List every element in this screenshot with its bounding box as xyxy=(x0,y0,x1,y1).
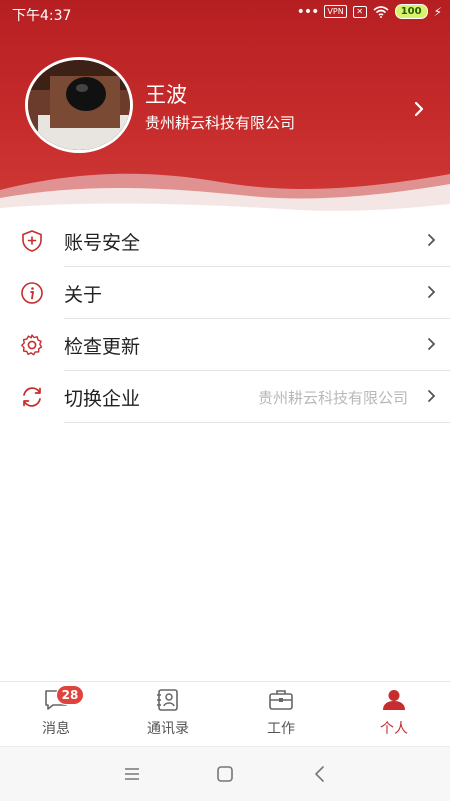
refresh-icon xyxy=(23,387,41,407)
menu-item-label: 切换企业 xyxy=(64,388,141,410)
profile-name: 王波 xyxy=(145,83,187,107)
wave-decoration xyxy=(0,173,450,215)
status-bar: 下午4:37 ••• VPN ✕ 100 ⚡ xyxy=(0,0,450,28)
no-sim-icon: ✕ xyxy=(352,5,367,18)
more-dots-icon: ••• xyxy=(296,3,320,20)
battery-badge: 100 xyxy=(394,4,428,19)
back-icon[interactable] xyxy=(308,765,332,783)
tab-messages[interactable]: 28 消息 xyxy=(0,682,112,747)
menu-item-switch-company[interactable]: 切换企业 贵州耕云科技有限公司 xyxy=(0,371,450,423)
contacts-icon xyxy=(157,689,178,711)
menu-icon[interactable] xyxy=(120,765,144,783)
menu-item-label: 检查更新 xyxy=(64,336,141,358)
charging-icon: ⚡ xyxy=(433,4,442,19)
tab-work[interactable]: 工作 xyxy=(225,682,337,747)
tab-personal[interactable]: 个人 xyxy=(338,682,450,747)
current-company-value: 贵州耕云科技有限公司 xyxy=(257,389,408,407)
tab-label: 工作 xyxy=(267,721,295,737)
chevron-right-icon xyxy=(428,286,436,298)
info-icon xyxy=(21,282,43,304)
avatar[interactable] xyxy=(25,57,133,153)
status-icons: ••• VPN ✕ 100 ⚡ xyxy=(297,4,442,19)
bottom-tab-bar: 28 消息 通讯录 工作 个人 xyxy=(0,681,450,747)
status-time: 下午4:37 xyxy=(12,8,72,24)
gear-icon xyxy=(21,334,43,356)
chevron-right-icon xyxy=(428,338,436,350)
chevron-right-icon[interactable] xyxy=(414,101,424,117)
profile-header: 下午4:37 ••• VPN ✕ 100 ⚡ 王波 贵州耕云科技有限公司 xyxy=(0,0,450,215)
briefcase-icon xyxy=(269,690,293,710)
tab-label: 个人 xyxy=(380,721,408,737)
menu-item-about[interactable]: 关于 xyxy=(0,267,450,319)
shield-plus-icon xyxy=(22,230,42,252)
wifi-icon xyxy=(373,5,389,18)
settings-menu: 账号安全 关于 检查更新 切换企业 贵州耕云科技有限公司 xyxy=(0,215,450,423)
avatar-photo xyxy=(28,60,130,150)
tab-label: 通讯录 xyxy=(147,721,189,737)
menu-item-label: 账号安全 xyxy=(64,232,141,254)
divider xyxy=(64,422,450,423)
system-nav-bar xyxy=(0,746,450,801)
menu-item-account-security[interactable]: 账号安全 xyxy=(0,215,450,267)
profile-company: 贵州耕云科技有限公司 xyxy=(145,114,296,132)
tab-label: 消息 xyxy=(42,721,70,737)
menu-item-check-update[interactable]: 检查更新 xyxy=(0,319,450,371)
chevron-right-icon xyxy=(428,390,436,402)
person-icon xyxy=(383,690,405,710)
tab-contacts[interactable]: 通讯录 xyxy=(112,682,224,747)
unread-badge: 28 xyxy=(56,685,84,705)
chevron-right-icon xyxy=(428,234,436,246)
menu-item-label: 关于 xyxy=(64,284,103,306)
home-icon[interactable] xyxy=(213,765,237,783)
vpn-badge: VPN xyxy=(324,5,347,18)
